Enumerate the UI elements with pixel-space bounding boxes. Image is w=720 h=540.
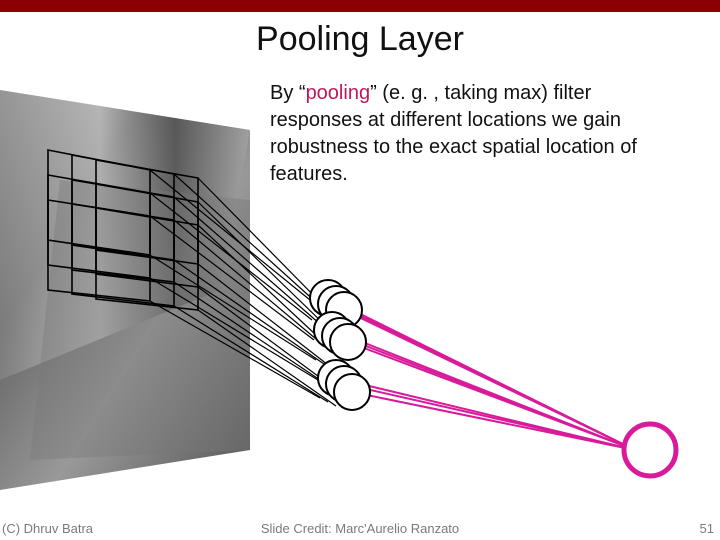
page-number: 51 [700,521,714,536]
slide-credit: Slide Credit: Marc'Aurelio Ranzato [261,521,459,536]
output-node [624,424,676,476]
header-bar [0,0,720,12]
magenta-connections [328,298,635,450]
input-plane-shade2 [30,180,250,460]
copyright-text: (C) Dhruv Batra [2,521,93,536]
feature-circles [310,280,370,410]
pooling-diagram [0,80,720,500]
slide-title: Pooling Layer [0,20,720,59]
